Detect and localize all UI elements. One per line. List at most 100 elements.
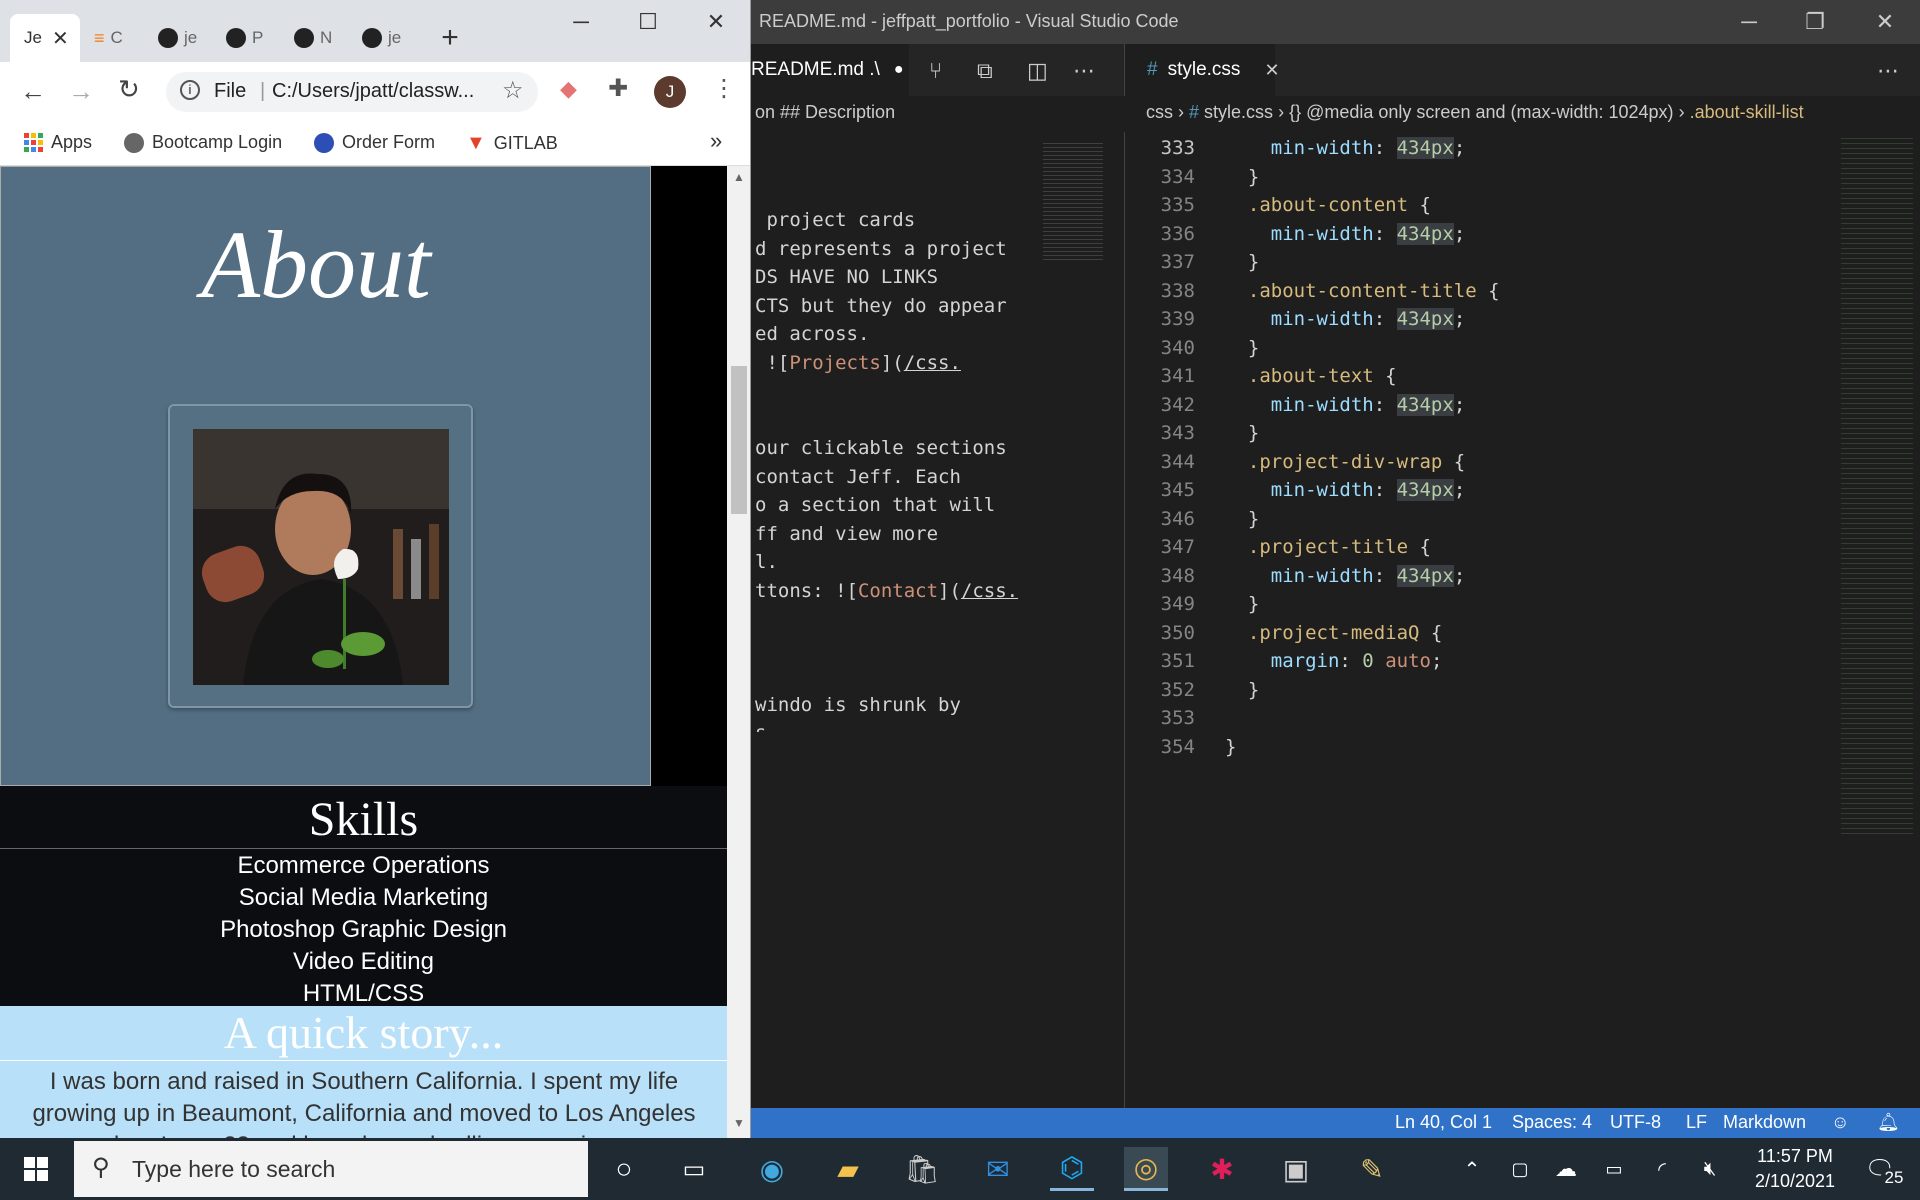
language-mode[interactable]: Markdown (1723, 1112, 1806, 1133)
extension-icon[interactable]: ◆ (560, 76, 577, 102)
store-icon[interactable]: 🛍︎ (900, 1147, 944, 1191)
css-file-icon: # (1189, 102, 1200, 122)
feedback-icon[interactable]: ☺ (1831, 1112, 1849, 1133)
vscode-icon[interactable]: ⌬ (1050, 1147, 1094, 1191)
breadcrumb-item[interactable]: {} @media only screen and (max-width: 10… (1289, 102, 1673, 122)
github-icon (158, 28, 178, 48)
breadcrumb-item[interactable]: on ## Description (755, 102, 895, 122)
meet-now-icon[interactable]: ▢ (1498, 1147, 1542, 1191)
css-editor[interactable]: 333 min-width: 434px; 334 } 335 .about-con… (1125, 132, 1865, 832)
slack-icon[interactable]: ✱ (1200, 1147, 1244, 1191)
tab-label: README.md .\ (751, 59, 880, 80)
chevron-right-icon: › (1278, 102, 1290, 122)
clock[interactable]: 11:57 PM 2/10/2021 (1740, 1144, 1850, 1194)
line-number: 334 (1160, 165, 1195, 188)
cortana-icon[interactable]: ○ (602, 1147, 646, 1191)
close-window-button[interactable]: ✕ (1850, 0, 1920, 44)
info-icon: i (180, 80, 200, 100)
window-title: README.md - jeffpatt_portfolio - Visual … (759, 11, 1179, 31)
open-preview-icon[interactable]: ⧉ (977, 58, 993, 84)
bookmark-order-form[interactable]: Order Form (314, 132, 435, 153)
scroll-up-icon[interactable]: ▲ (733, 170, 745, 184)
onedrive-icon[interactable]: ☁ (1544, 1147, 1588, 1191)
code-line: margin: 0 auto; (1270, 650, 1443, 672)
restore-button[interactable]: ❐ (1780, 0, 1850, 44)
paint-icon[interactable]: ✎ (1350, 1147, 1394, 1191)
avatar[interactable]: J (654, 76, 686, 108)
maximize-button[interactable]: ☐ (613, 0, 683, 44)
markdown-editor[interactable]: project cards d represents a project DS HA… (751, 132, 1041, 732)
forward-arrow-icon[interactable]: → (68, 76, 94, 107)
mail-icon[interactable]: ✉ (976, 1147, 1020, 1191)
shield-icon (314, 132, 334, 153)
encoding[interactable]: UTF-8 (1610, 1112, 1661, 1133)
reload-icon[interactable]: ↻ (118, 74, 140, 105)
code-line: min-width: 434px; (1270, 564, 1466, 587)
wifi-icon[interactable]: ◜ (1640, 1147, 1684, 1191)
bookmark-apps[interactable]: Apps (24, 132, 92, 153)
chrome-tab[interactable]: P (226, 14, 280, 62)
tab-label: style.css (1167, 59, 1241, 80)
page-scrollbar[interactable]: ▲ ▼ (727, 166, 750, 1138)
cursor-position[interactable]: Ln 40, Col 1 (1395, 1112, 1492, 1133)
skill-item: Video Editing (293, 948, 434, 975)
minimap (1043, 140, 1103, 260)
indentation[interactable]: Spaces: 4 (1512, 1112, 1592, 1133)
chrome-tab[interactable]: je (362, 14, 416, 62)
more-actions-icon[interactable]: ⋯ (1877, 58, 1899, 84)
breadcrumb-item[interactable]: style.css (1204, 102, 1273, 122)
scrollbar-thumb[interactable] (731, 366, 747, 514)
file-explorer-icon[interactable]: ▰ (826, 1147, 870, 1191)
address-bar[interactable]: i File | C:/Users/jpatt/classw... ☆ (166, 72, 538, 112)
bookmark-gitlab[interactable]: ▼ GITLAB (466, 132, 558, 155)
source-control-icon[interactable]: ⑂ (929, 58, 942, 84)
task-view-icon[interactable]: ▭ (672, 1147, 716, 1191)
vscode-window: README.md - jeffpatt_portfolio - Visual … (751, 0, 1920, 1138)
chrome-tab-active[interactable]: Je ✕ (10, 14, 80, 62)
bookmark-bootcamp-login[interactable]: Bootcamp Login (124, 132, 282, 153)
chevron-up-icon[interactable]: ⌃ (1450, 1147, 1494, 1191)
line-ending[interactable]: LF (1686, 1112, 1707, 1133)
code-line: .about-content { (1247, 194, 1431, 216)
close-icon[interactable]: ✕ (1264, 60, 1279, 81)
unsaved-dot-icon[interactable]: ● (894, 61, 904, 79)
skills-title: Skills (308, 793, 419, 846)
taskbar-search[interactable]: ⚲ Type here to search (74, 1141, 588, 1197)
more-actions-icon[interactable]: ⋯ (1073, 58, 1095, 84)
code-line: } (1225, 678, 1260, 701)
star-icon[interactable]: ☆ (502, 76, 524, 105)
bell-icon[interactable]: 🔔︎ (1877, 1112, 1900, 1133)
new-tab-button[interactable]: + (435, 14, 465, 62)
scroll-down-icon[interactable]: ▼ (733, 1116, 745, 1130)
line-number: 338 (1160, 279, 1195, 302)
breadcrumb-item[interactable]: css (1146, 102, 1173, 122)
back-arrow-icon[interactable]: ← (20, 76, 46, 107)
chrome-tab[interactable]: je (158, 14, 212, 62)
edge-icon[interactable]: ◉ (750, 1147, 794, 1191)
minimize-button[interactable]: ─ (1714, 0, 1784, 44)
volume-muted-icon[interactable]: 🔇︎ (1688, 1147, 1732, 1191)
puzzle-icon[interactable]: ✚ (608, 74, 628, 103)
tab-style-css[interactable]: # style.css ✕ (1125, 44, 1280, 96)
terminal-icon[interactable]: ▣ (1274, 1147, 1318, 1191)
tab-readme[interactable]: README.md .\ ● (751, 44, 909, 96)
minimize-button[interactable]: ─ (546, 0, 616, 44)
line-number: 349 (1160, 593, 1195, 615)
line-number: 340 (1160, 336, 1195, 359)
chrome-icon[interactable]: ◎ (1124, 1147, 1168, 1191)
story-section: A quick story... I was born and raised i… (0, 1006, 727, 1138)
close-window-button[interactable]: ✕ (681, 0, 750, 44)
split-editor-icon[interactable]: ◫ (1027, 58, 1048, 84)
line-number: 348 (1160, 564, 1195, 587)
kebab-menu-icon[interactable]: ⋮ (712, 74, 736, 103)
breadcrumb-item[interactable]: .about-skill-list (1690, 102, 1804, 122)
chrome-tab[interactable]: ≡ C (94, 14, 148, 62)
windows-start-icon[interactable] (14, 1147, 58, 1191)
code-line: } (1225, 507, 1260, 530)
clock-time: 11:57 PM (1757, 1146, 1833, 1166)
battery-icon[interactable]: ▭ (1592, 1147, 1636, 1191)
close-icon[interactable]: ✕ (52, 26, 69, 51)
line-number: 344 (1160, 450, 1195, 473)
bookmarks-overflow-button[interactable]: » (710, 128, 722, 154)
chrome-tab[interactable]: N (294, 14, 348, 62)
